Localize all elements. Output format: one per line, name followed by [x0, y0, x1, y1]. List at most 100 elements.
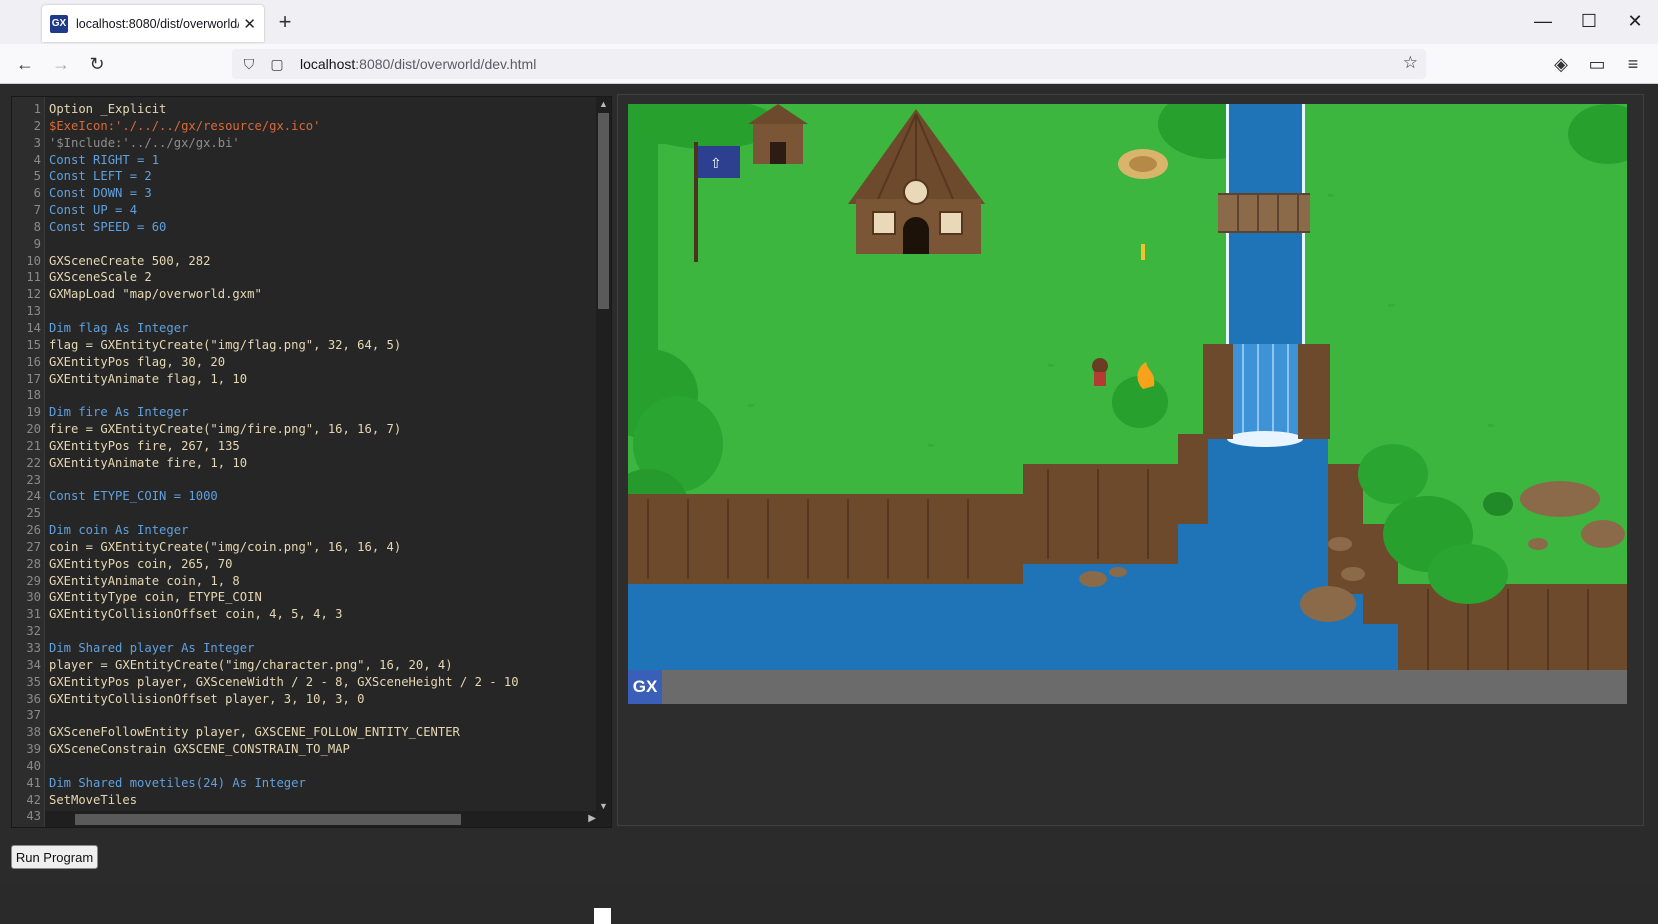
line-number: 19 — [26, 405, 41, 420]
code-line[interactable]: 37 — [12, 707, 602, 724]
code-line[interactable]: 17 GXEntityAnimate flag, 1, 10 — [12, 371, 602, 388]
line-number: 29 — [26, 573, 41, 588]
code-line[interactable]: 3 '$Include:'../../gx/gx.bi' — [12, 135, 602, 152]
line-number: 3 — [33, 135, 41, 150]
code-text: GXEntityPos coin, 265, 70 — [49, 556, 233, 571]
line-number: 38 — [26, 725, 41, 740]
code-line[interactable]: 32 — [12, 623, 602, 640]
line-number: 44 — [12, 825, 45, 827]
close-window-button[interactable]: ✕ — [1612, 4, 1658, 38]
line-number: 34 — [26, 657, 41, 672]
code-line[interactable]: 14 Dim flag As Integer — [12, 320, 602, 337]
page-info-icon[interactable]: ▢ — [266, 56, 288, 73]
code-line[interactable]: 35 GXEntityPos player, GXSceneWidth / 2 -… — [12, 674, 602, 691]
line-number: 36 — [26, 691, 41, 706]
code-line[interactable]: 10 GXSceneCreate 500, 282 — [12, 253, 602, 270]
code-line[interactable]: 40 — [12, 758, 602, 775]
code-line[interactable]: 20 fire = GXEntityCreate("img/fire.png", … — [12, 421, 602, 438]
pocket-icon[interactable]: ◈ — [1548, 51, 1574, 77]
scroll-right-icon[interactable]: ▶ — [588, 811, 596, 827]
code-line[interactable]: 26 Dim coin As Integer — [12, 522, 602, 539]
code-line[interactable]: 11 GXSceneScale 2 — [12, 269, 602, 286]
code-line[interactable]: 16 GXEntityPos flag, 30, 20 — [12, 354, 602, 371]
line-number: 10 — [26, 253, 41, 268]
code-line[interactable]: 30 GXEntityType coin, ETYPE_COIN — [12, 589, 602, 606]
forward-icon[interactable]: → — [48, 51, 74, 77]
line-number: 17 — [26, 371, 41, 386]
code-line[interactable]: 1 Option _Explicit — [12, 101, 602, 118]
code-line[interactable]: 28 GXEntityPos coin, 265, 70 — [12, 556, 602, 573]
code-line[interactable]: 33 Dim Shared player As Integer — [12, 640, 602, 657]
code-line[interactable]: 12 GXMapLoad "map/overworld.gxm" — [12, 286, 602, 303]
line-number: 26 — [26, 523, 41, 538]
code-line[interactable]: 22 GXEntityAnimate fire, 1, 10 — [12, 455, 602, 472]
code-text: GXEntityPos player, GXSceneWidth / 2 - 8… — [49, 674, 519, 689]
tab-close-icon[interactable]: ✕ — [243, 15, 256, 33]
reload-icon[interactable]: ↻ — [84, 51, 110, 77]
code-line[interactable]: 18 — [12, 387, 602, 404]
shield-icon[interactable]: ⛉ — [238, 56, 260, 73]
code-text: GXSceneFollowEntity player, GXSCENE_FOLL… — [49, 725, 460, 740]
code-line[interactable]: 34 player = GXEntityCreate("img/character… — [12, 657, 602, 674]
run-program-button[interactable]: Run Program — [11, 845, 98, 869]
code-line[interactable]: 2 $ExeIcon:'./../../gx/resource/gx.ico' — [12, 118, 602, 135]
back-icon[interactable]: ← — [12, 51, 38, 77]
code-line[interactable]: 36 GXEntityCollisionOffset player, 3, 10,… — [12, 691, 602, 708]
code-line[interactable]: 15 flag = GXEntityCreate("img/flag.png", … — [12, 337, 602, 354]
code-line[interactable]: 24 Const ETYPE_COIN = 1000 — [12, 488, 602, 505]
scroll-down-icon[interactable]: ▼ — [596, 799, 611, 813]
code-line[interactable]: 23 — [12, 472, 602, 489]
code-line[interactable]: 9 — [12, 236, 602, 253]
code-lines[interactable]: 1 Option _Explicit 2 $ExeIcon:'./../../gx/r… — [12, 101, 602, 827]
code-editor[interactable]: 1 Option _Explicit 2 $ExeIcon:'./../../gx/r… — [11, 96, 612, 828]
code-text: Dim Shared movetiles(24) As Integer — [49, 775, 306, 790]
code-text: Const DOWN = 3 — [49, 186, 152, 201]
code-line[interactable]: 7 Const UP = 4 — [12, 202, 602, 219]
horizontal-scrollbar[interactable]: ▶ — [45, 811, 598, 827]
code-line[interactable]: 31 GXEntityCollisionOffset coin, 4, 5, 4,… — [12, 606, 602, 623]
bookmark-star-icon[interactable]: ☆ — [1403, 53, 1418, 73]
vertical-scrollbar[interactable]: ▲ ▼ — [596, 97, 611, 827]
code-line[interactable]: 41 Dim Shared movetiles(24) As Integer — [12, 775, 602, 792]
line-number: 5 — [33, 169, 41, 184]
minimize-button[interactable]: — — [1520, 4, 1566, 38]
new-tab-button[interactable]: + — [272, 8, 298, 36]
code-line[interactable]: 21 GXEntityPos fire, 267, 135 — [12, 438, 602, 455]
horizontal-scroll-thumb[interactable] — [75, 814, 461, 825]
code-line[interactable]: 4 Const RIGHT = 1 — [12, 152, 602, 169]
url-bar[interactable]: ⛉ ▢ localhost:8080/dist/overworld/dev.ht… — [232, 49, 1426, 79]
scroll-up-icon[interactable]: ▲ — [596, 97, 611, 111]
tab-title: localhost:8080/dist/overworld/dev.html — [76, 16, 239, 31]
code-line[interactable]: 8 Const SPEED = 60 — [12, 219, 602, 236]
maximize-button[interactable]: ☐ — [1566, 4, 1612, 38]
vertical-scroll-thumb[interactable] — [598, 113, 609, 309]
code-line[interactable]: 6 Const DOWN = 3 — [12, 185, 602, 202]
line-number: 25 — [26, 506, 41, 521]
scrollbar-corner — [594, 908, 611, 924]
code-line[interactable]: 5 Const LEFT = 2 — [12, 168, 602, 185]
code-text: '$Include:'../../gx/gx.bi' — [49, 135, 240, 150]
code-line[interactable]: 27 coin = GXEntityCreate("img/coin.png", … — [12, 539, 602, 556]
code-line[interactable]: 29 GXEntityAnimate coin, 1, 8 — [12, 573, 602, 590]
line-number: 21 — [26, 438, 41, 453]
svg-text:⇧: ⇧ — [710, 156, 722, 172]
browser-tab[interactable]: GX localhost:8080/dist/overworld/dev.htm… — [42, 5, 264, 42]
code-line[interactable]: 42 SetMoveTiles — [12, 792, 602, 809]
code-line[interactable]: 19 Dim fire As Integer — [12, 404, 602, 421]
code-line[interactable]: 38 GXSceneFollowEntity player, GXSCENE_FO… — [12, 724, 602, 741]
code-line[interactable]: 39 GXSceneConstrain GXSCENE_CONSTRAIN_TO_… — [12, 741, 602, 758]
line-number: 14 — [26, 320, 41, 335]
line-number: 30 — [26, 590, 41, 605]
extensions-icon[interactable]: ▭ — [1584, 51, 1610, 77]
game-canvas[interactable]: ⇧ — [628, 104, 1627, 670]
line-number: 28 — [26, 556, 41, 571]
code-line[interactable]: 13 — [12, 303, 602, 320]
line-number: 22 — [26, 455, 41, 470]
code-line[interactable]: 25 — [12, 505, 602, 522]
line-number: 6 — [33, 186, 41, 201]
menu-icon[interactable]: ≡ — [1620, 51, 1646, 77]
url-text[interactable]: localhost:8080/dist/overworld/dev.html — [300, 56, 536, 72]
